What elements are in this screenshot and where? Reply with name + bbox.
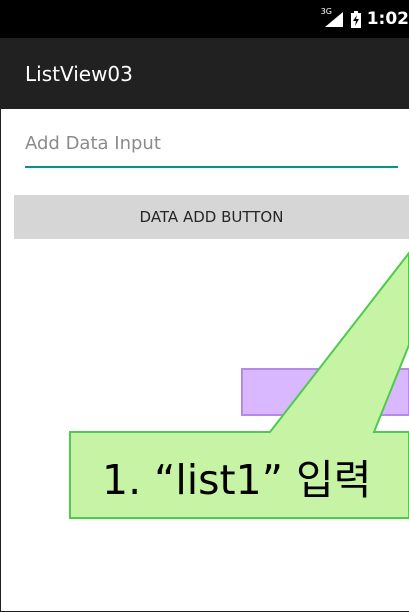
annotation-callout-text: 1. “list1” 입력 [102,455,372,504]
annotation-overlay [69,251,409,519]
